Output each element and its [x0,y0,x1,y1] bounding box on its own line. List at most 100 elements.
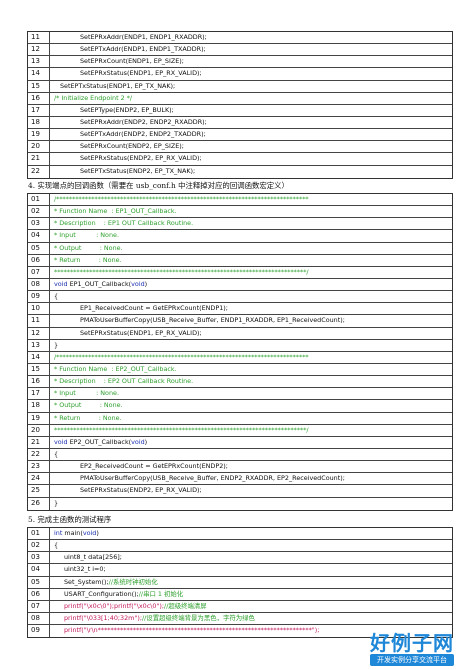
code-text: * Function Name : EP1_OUT_Callback. [54,207,177,216]
code-row: 02 * Function Name : EP1_OUT_Callback. [28,206,452,219]
code-line: * Input : None. [50,388,452,399]
code-row: 20 SetEPRxCount(ENDP2, EP_SIZE); [28,141,452,154]
line-number: 18 [28,400,50,412]
code-row: 21 void EP2_OUT_Callback(void) [28,436,452,449]
code-line: { [50,449,452,460]
code-row: 05 Set_System();//系统时钟初始化 [28,576,452,589]
line-number: 17 [28,388,50,400]
code-text: { [54,292,59,301]
code-row: 14 /*************************************… [28,351,452,364]
code-text: uint32_t i=0; [64,565,106,574]
code-text: SetEPTxAddr(ENDP2, ENDP2_TXADDR); [80,130,206,139]
code-text: SetEPRxCount(ENDP1, EP_SIZE); [80,57,184,66]
code-row: 06 USART_Configuration();//串口 1 初始化 [28,588,452,601]
code-table-main: 01 int main(void) 02{03 uint8_t data[256]; 0… [27,527,453,639]
code-text: void EP2_OUT_Callback(void) [54,437,148,446]
code-line: } [50,498,452,510]
code-line: EP2_ReceivedCount = GetEPRxCount(ENDP2); [50,461,452,472]
code-line: void EP1_OUT_Callback(void) [50,279,452,290]
code-row: 18 * Output : None. [28,400,452,413]
code-line: int main(void) [50,528,452,539]
code-row: 15 SetEPTxStatus(ENDP1, EP_TX_NAK); [28,80,452,93]
code-row: 09 { [28,291,452,304]
code-line: SetEPTxStatus(ENDP2, EP_TX_NAK); [50,166,452,178]
line-number: 11 [28,32,50,44]
code-row: 13 SetEPRxCount(ENDP1, EP_SIZE); [28,56,452,69]
code-row: 16 /* Initialize Endpoint 2 */ [28,92,452,105]
code-line: EP1_ReceivedCount = GetEPRxCount(ENDP1); [50,303,452,314]
code-line: /***************************************… [50,194,452,205]
code-text: * Output : None. [54,243,123,252]
code-line: SetEPRxAddr(ENDP1, ENDP1_RXADDR); [50,32,452,43]
code-line: * Function Name : EP1_OUT_Callback. [50,206,452,217]
watermark-logo: 好例子网 开发实例分享交流平台 [370,632,454,666]
code-line: uint8_t data[256]; [50,552,452,563]
code-table-endpoints: 11 SetEPRxAddr(ENDP1, ENDP1_RXADDR); 12 Set… [27,31,453,179]
code-row: 07 printf("\x0c\0");printf("\x0c\0");//超级… [28,600,452,613]
code-text: USART_Configuration(); [64,589,139,598]
section-caption-4: 4. 实现端点的回调函数（需要在 usb_conf.h 中注释掉对应的回调函数宏… [28,181,289,190]
code-text: EP2_ReceivedCount = GetEPRxCount(ENDP2); [80,462,228,471]
code-line: * Return : None. [50,413,452,424]
line-number: 22 [28,448,50,461]
code-row: 16 * Description : EP2 OUT Callback Routi… [28,376,452,389]
code-row: 08 void EP1_OUT_Callback(void) [28,278,452,292]
code-text: } [54,340,59,349]
code-row: 23 EP2_ReceivedCount = GetEPRxCount(ENDP2… [28,461,452,474]
code-text: printf("\r\n****************************… [64,626,320,635]
code-text: { [54,449,59,458]
code-text: * Input : None. [54,231,119,240]
watermark-subtitle: 开发实例分享交流平台 [370,654,454,666]
code-text: SetEPRxAddr(ENDP2, ENDP2_RXADDR); [80,117,207,126]
code-text: SetEPRxAddr(ENDP1, ENDP1_RXADDR); [80,33,207,41]
line-number: 02 [28,540,50,552]
code-comment: //系统时钟初始化 [108,577,158,586]
code-line: SetEPRxStatus(ENDP2, EP_RX_VALID); [50,153,452,164]
code-text: * Description : EP2 OUT Callback Routine… [54,377,194,386]
code-line: SetEPType(ENDP2, EP_BULK); [50,105,452,116]
code-line: * Return : None. [50,255,452,266]
code-text: /***************************************… [54,352,309,361]
line-number: 04 [28,564,50,576]
code-row: 20 **************************************… [28,424,452,437]
code-row: 02 { [28,540,452,553]
code-row: 19 * Return : None. [28,412,452,425]
code-row: 08 printf("\033[1;40;32m");//设置超级终端背景为黑色，… [28,612,452,626]
code-text: EP1_ReceivedCount = GetEPRxCount(ENDP1); [80,304,228,313]
code-line: SetEPRxStatus(ENDP1, EP_RX_VALID); [50,68,452,79]
code-row: 05 * Output : None. [28,242,452,255]
code-line: SetEPTxStatus(ENDP1, EP_TX_NAK); [50,81,452,92]
code-line: * Function Name : EP2_OUT_Callback. [50,364,452,375]
code-text: PMAToUserBufferCopy(USB_Receive_Buffer, … [80,316,345,325]
code-row: 15 * Function Name : EP2_OUT_Callback. [28,363,452,377]
code-row: 10 EP1_ReceivedCount = GetEPRxCount(ENDP1… [28,303,452,316]
line-number: 02 [28,206,50,218]
line-number: 21 [28,153,50,165]
code-text: printf("\033[1;40;32m"); [64,613,142,622]
code-text: void EP1_OUT_Callback(void) [54,279,148,288]
watermark-title: 好例子网 [370,631,454,655]
line-number: 17 [28,104,50,116]
code-line: USART_Configuration();//串口 1 初始化 [50,589,452,600]
code-row: 19 SetEPTxAddr(ENDP2, ENDP2_TXADDR); [28,129,452,142]
line-number: 16 [28,92,50,104]
code-comment: //串口 1 初始化 [138,589,184,598]
line-number: 24 [28,473,50,485]
line-number: 25 [28,485,50,497]
line-number: 16 [28,376,50,388]
code-line: PMAToUserBufferCopy(USB_Receive_Buffer, … [50,473,452,484]
line-number: 19 [28,129,50,141]
code-row: 03 uint8_t data[256]; [28,552,452,565]
line-number: 22 [28,165,50,178]
line-number: 15 [28,363,50,376]
code-row: 07 **************************************… [28,266,452,279]
code-row: 03 * Description : EP1 OUT Callback Routi… [28,218,452,231]
code-text: SetEPType(ENDP2, EP_BULK); [80,105,174,114]
code-text: } [54,498,59,507]
code-line: ****************************************… [50,267,452,278]
code-text: SetEPRxStatus(ENDP2, EP_RX_VALID); [80,486,202,495]
code-row: 01 /*************************************… [28,194,452,207]
code-comment: //设置超级终端背景为黑色，字符为绿色 [142,613,255,622]
code-text: * Input : None. [54,389,119,398]
code-line: SetEPRxCount(ENDP2, EP_SIZE); [50,141,452,152]
